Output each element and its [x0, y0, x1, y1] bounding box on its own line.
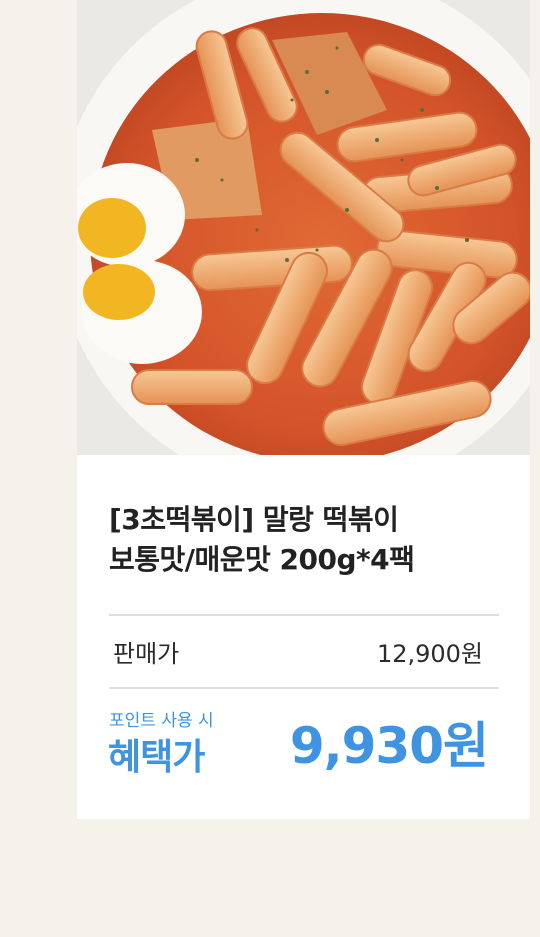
sale-price-value: 12,900원	[376, 640, 483, 668]
benefit-price-value: 9,930원	[289, 717, 489, 775]
divider-top	[109, 614, 499, 616]
divider-bottom	[109, 687, 499, 689]
product-title-line-2: 보통맛/매운맛 200g*4팩	[109, 543, 415, 576]
product-title-line-1: [3초떡볶이] 말랑 떡볶이	[109, 503, 399, 536]
sale-price-label: 판매가	[113, 640, 180, 668]
product-card[interactable]: [3초떡볶이] 말랑 떡볶이 보통맛/매운맛 200g*4팩 판매가 12,90…	[77, 0, 530, 819]
product-image	[77, 0, 530, 455]
benefit-price-label: 혜택가	[108, 737, 205, 778]
product-title[interactable]: [3초떡볶이] 말랑 떡볶이 보통맛/매운맛 200g*4팩	[109, 500, 509, 580]
